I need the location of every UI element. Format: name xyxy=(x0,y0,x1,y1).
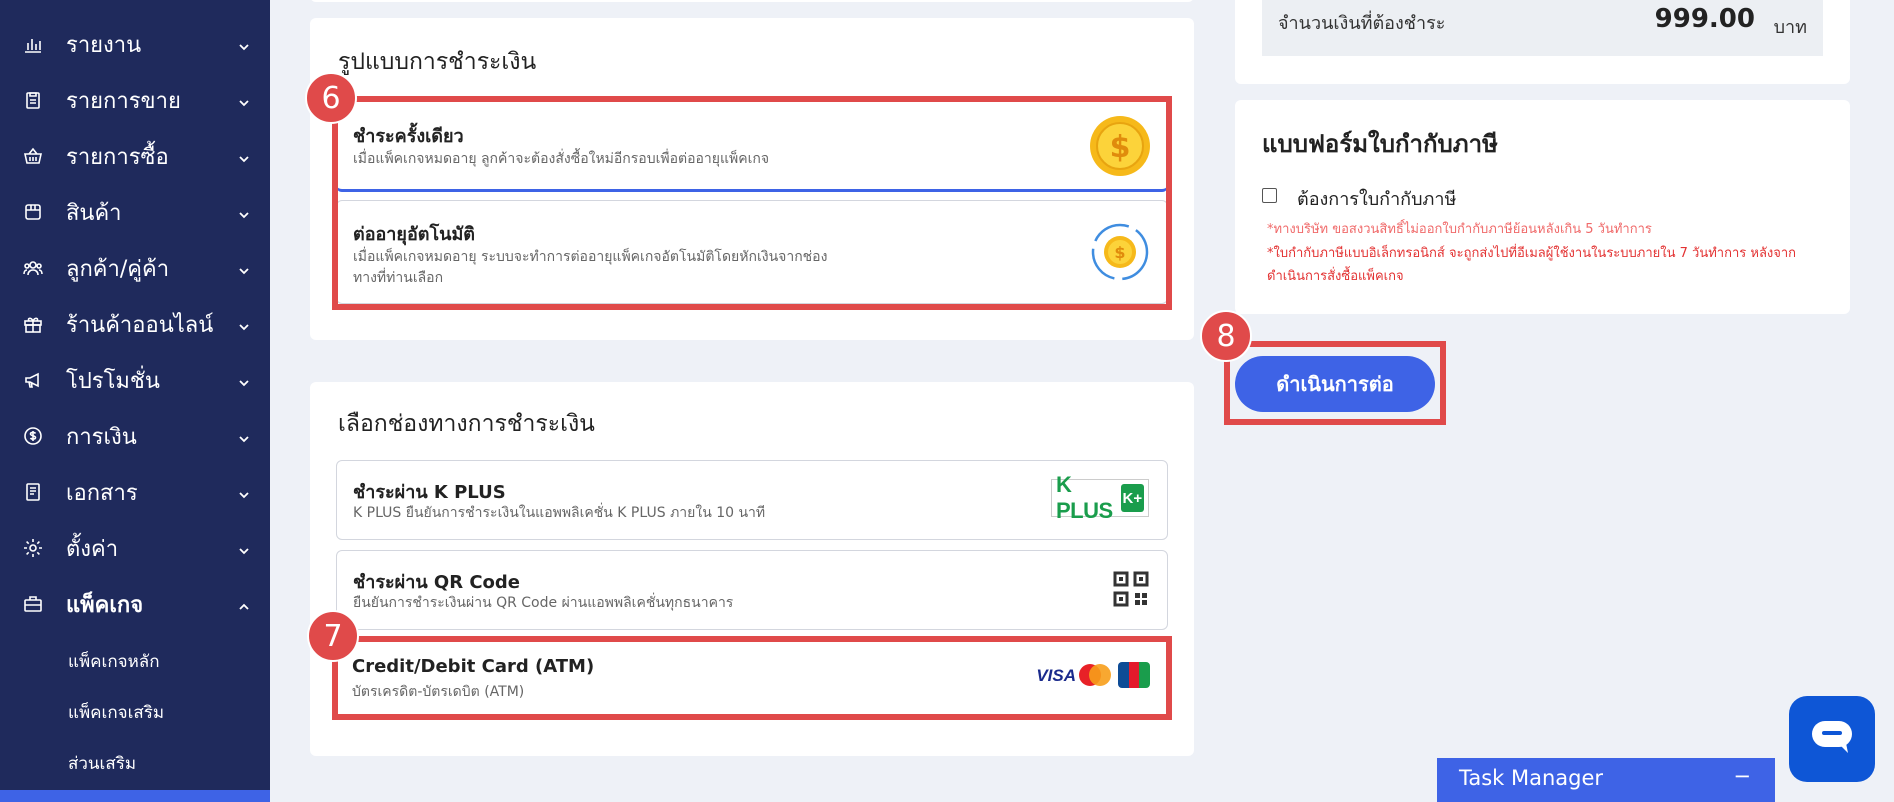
task-manager-label: Task Manager xyxy=(1459,766,1604,790)
sidebar-item-label: แพ็คเกจ xyxy=(66,592,144,618)
task-manager-toggle[interactable]: − xyxy=(1733,764,1751,788)
amount-due-label: จำนวนเงินที่ต้องชำระ xyxy=(1278,13,1446,34)
sidebar-item-products[interactable]: สินค้า xyxy=(0,190,270,234)
megaphone-icon xyxy=(22,369,44,391)
tax-note-electronic: *ใบกำกับภาษีแบบอิเล็กทรอนิกส์ จะถูกส่งไป… xyxy=(1267,246,1797,261)
gear-icon xyxy=(22,537,44,559)
chevron-down-icon xyxy=(238,206,250,219)
sidebar-subitem-extra-packages[interactable]: แพ็คเกจเสริม xyxy=(68,699,164,726)
sidebar-item-customers[interactable]: ลูกค้า/คู่ค้า xyxy=(0,246,270,290)
sidebar-item-label: โปรโมชั่น xyxy=(66,368,160,394)
amount-due-value: 999.00 xyxy=(1654,4,1755,34)
chevron-down-icon xyxy=(238,94,250,107)
tax-form-card: แบบฟอร์มใบกำกับภาษี ต้องการใบกำกับภาษี *… xyxy=(1235,100,1850,314)
kplus-logo: K PLUS K+ xyxy=(1051,472,1149,523)
chevron-up-icon xyxy=(238,598,250,610)
sidebar-item-sales[interactable]: รายการขาย xyxy=(0,78,270,122)
basket-icon xyxy=(22,145,44,167)
sidebar-item-packages[interactable]: แพ็คเกจ xyxy=(0,582,270,626)
option-title: ชำระผ่าน QR Code xyxy=(353,572,520,593)
sidebar-item-label: รายการขาย xyxy=(66,88,181,114)
sidebar-item-label: ตั้งค่า xyxy=(66,536,119,562)
chevron-down-icon xyxy=(238,542,250,555)
coin-icon xyxy=(22,425,44,447)
sidebar-subitem-addons[interactable]: ส่วนเสริม xyxy=(68,750,136,777)
sidebar-item-online-store[interactable]: ร้านค้าออนไลน์ xyxy=(0,302,270,346)
step-8-highlight xyxy=(1224,341,1446,425)
sidebar-item-documents[interactable]: เอกสาร xyxy=(0,470,270,514)
sidebar: รายงาน รายการขาย รายการซื้อ สินค้า ลูกค้… xyxy=(0,0,270,802)
chevron-down-icon xyxy=(238,38,250,51)
qr-code-icon xyxy=(1113,571,1149,607)
sidebar-item-label: ร้านค้าออนไลน์ xyxy=(66,312,214,338)
payment-type-title: รูปแบบการชำระเงิน xyxy=(338,49,537,75)
step-8-badge: 8 xyxy=(1200,310,1252,362)
bar-chart-icon xyxy=(22,33,44,55)
chevron-down-icon xyxy=(238,318,250,331)
step-7-highlight xyxy=(332,636,1172,720)
tax-invoice-checkbox-label[interactable]: ต้องการใบกำกับภาษี xyxy=(1297,184,1456,213)
chevron-down-icon xyxy=(238,374,250,387)
option-description: ยืนยันการชำระเงินผ่าน QR Code ผ่านแอพพลิ… xyxy=(353,595,734,611)
sidebar-item-label: รายงาน xyxy=(66,32,142,58)
payment-channel-title: เลือกช่องทางการชำระเงิน xyxy=(338,411,595,437)
clipboard-icon xyxy=(22,89,44,111)
chevron-down-icon xyxy=(238,262,250,275)
chat-bubble-icon xyxy=(1810,719,1854,759)
sidebar-item-label: รายการซื้อ xyxy=(66,144,169,170)
chevron-down-icon xyxy=(238,430,250,443)
option-description: K PLUS ยืนยันการชำระเงินในแอพพลิเคชั่น K… xyxy=(353,505,766,521)
box-icon xyxy=(22,201,44,223)
channel-option-qr-code[interactable]: ชำระผ่าน QR Code ยืนยันการชำระเงินผ่าน Q… xyxy=(336,550,1168,630)
tax-form-title: แบบฟอร์มใบกำกับภาษี xyxy=(1262,130,1498,158)
gift-icon xyxy=(22,313,44,335)
step-6-badge: 6 xyxy=(305,72,357,124)
tax-note-electronic-line2: ดำเนินการสั่งซื้อแพ็คเกจ xyxy=(1267,269,1404,284)
document-icon xyxy=(22,481,44,503)
sidebar-item-purchases[interactable]: รายการซื้อ xyxy=(0,134,270,178)
kplus-logo-text: K PLUS xyxy=(1056,472,1113,523)
step-7-badge: 7 xyxy=(307,610,359,662)
previous-card xyxy=(310,0,1194,2)
sidebar-item-finance[interactable]: การเงิน xyxy=(0,414,270,458)
users-icon xyxy=(22,257,44,279)
kplus-logo-mark: K+ xyxy=(1120,484,1144,512)
sidebar-active-indicator xyxy=(0,790,270,802)
sidebar-item-settings[interactable]: ตั้งค่า xyxy=(0,526,270,570)
sidebar-item-label: สินค้า xyxy=(66,200,122,226)
chevron-down-icon xyxy=(238,486,250,499)
channel-option-kplus[interactable]: ชำระผ่าน K PLUS K PLUS ยืนยันการชำระเงิน… xyxy=(336,460,1168,540)
option-title: ชำระผ่าน K PLUS xyxy=(353,482,506,503)
tax-invoice-checkbox[interactable] xyxy=(1262,188,1277,203)
summary-card: จำนวนเงินที่ต้องชำระ 999.00 บาท xyxy=(1235,0,1850,84)
sidebar-item-label: การเงิน xyxy=(66,424,137,450)
amount-due-currency: บาท xyxy=(1773,17,1807,38)
chat-button[interactable] xyxy=(1789,696,1875,782)
sidebar-item-label: ลูกค้า/คู่ค้า xyxy=(66,256,170,282)
sidebar-item-reports[interactable]: รายงาน xyxy=(0,22,270,66)
task-manager-bar[interactable]: Task Manager − xyxy=(1437,758,1775,802)
sidebar-subitem-main-packages[interactable]: แพ็คเกจหลัก xyxy=(68,648,160,675)
sidebar-item-promotions[interactable]: โปรโมชั่น xyxy=(0,358,270,402)
sidebar-item-label: เอกสาร xyxy=(66,480,138,506)
amount-due-box: จำนวนเงินที่ต้องชำระ 999.00 บาท xyxy=(1262,0,1823,56)
briefcase-icon xyxy=(22,593,44,615)
chevron-down-icon xyxy=(238,150,250,163)
step-6-highlight xyxy=(332,96,1172,310)
tax-note-backdate: *ทางบริษัท ขอสงวนสิทธิ์ไม่ออกใบกำกับภาษี… xyxy=(1267,222,1652,237)
